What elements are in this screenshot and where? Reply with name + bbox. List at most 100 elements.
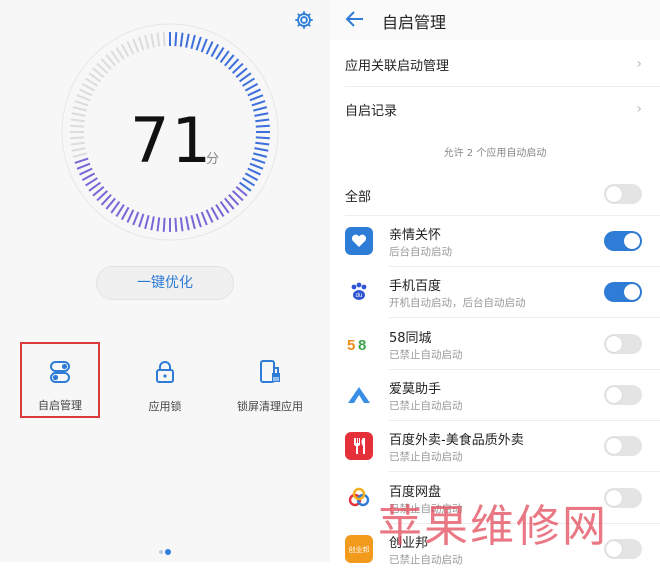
one-click-optimize-button[interactable]: 一键优化 <box>96 266 234 300</box>
app-row[interactable]: 创业邦 创业邦 已禁止自动启动 <box>330 524 660 575</box>
svg-text:du: du <box>356 293 363 299</box>
gauge-tick-filled <box>244 82 259 92</box>
gauge-tick <box>71 112 86 117</box>
app-status: 已禁止自动启动 <box>389 502 463 515</box>
autostart-toggle[interactable] <box>604 384 642 405</box>
gauge-tick-filled <box>195 213 202 228</box>
gauge-tick-filled <box>74 157 89 164</box>
autostart-toggle[interactable] <box>604 231 642 251</box>
gauge-tick-filled <box>242 77 255 87</box>
app-name: 百度网盘 <box>389 484 442 500</box>
gauge-tick-filled <box>200 211 208 226</box>
gauge-tick <box>76 94 91 102</box>
tool-lockscreen-cleanup[interactable]: 锁屏清理应用 <box>225 342 315 414</box>
phone-clean-icon <box>260 360 280 383</box>
toggle-knob <box>606 540 622 557</box>
gauge-tick <box>70 136 85 140</box>
gauge-tick-filled <box>150 216 155 231</box>
back-arrow-icon[interactable] <box>344 8 366 30</box>
tool-label: 应用锁 <box>148 400 182 413</box>
app-name: 创业邦 <box>389 535 429 551</box>
gauge-tick <box>115 47 125 60</box>
tool-label: 自启管理 <box>38 399 82 412</box>
gauge-tick <box>110 50 121 64</box>
app-status: 开机自动启动，后台自动启动 <box>389 297 526 310</box>
app-row[interactable]: du 手机百度开机自动启动，后台自动启动 <box>330 267 660 319</box>
gauge-tick-filled <box>179 217 184 232</box>
gear-icon[interactable] <box>293 9 315 31</box>
gauge-tick-filled <box>79 167 93 176</box>
gauge-tick-filled <box>88 181 102 192</box>
startup-manager-panel: 自启管理 应用关联启动管理 › 自启记录 › 允许 2 个应用自动启动 全部 亲… <box>330 0 660 566</box>
toggle-switch-icon <box>50 361 70 383</box>
gauge-tick <box>120 43 130 58</box>
app-row[interactable]: 亲情关怀 后台自动启动 <box>330 216 660 267</box>
phone-manager-panel: 71 分 一键优化 自启管理 应用锁 锁屏清理应用 <box>0 0 330 562</box>
page-dot <box>159 550 163 554</box>
app-row[interactable]: 百度网盘已禁止自动启动 <box>330 473 660 524</box>
tool-app-lock[interactable]: 应用锁 <box>120 342 210 414</box>
all-toggle[interactable] <box>604 184 642 204</box>
gauge-tick <box>156 32 161 47</box>
chevron-right-icon: › <box>636 56 642 72</box>
page-title: 自启管理 <box>382 13 447 32</box>
menu-autostart-records[interactable]: 自启记录 › <box>330 87 660 131</box>
gauge-tick-filled <box>251 157 266 164</box>
toggle-knob <box>624 233 640 249</box>
app-name: 58同城 <box>389 330 432 346</box>
gauge-tick-filled <box>238 181 252 192</box>
gauge-tick <box>88 72 102 83</box>
top-bar: 自启管理 <box>330 0 660 40</box>
chuangyebang-icon: 创业邦 <box>345 534 373 563</box>
gauge-tick-filled <box>219 200 230 214</box>
gauge-tick-filled <box>138 213 145 228</box>
gauge-tick-filled <box>215 47 225 60</box>
svg-text:创业邦: 创业邦 <box>349 545 370 554</box>
gauge-tick-filled <box>255 124 270 128</box>
app-row[interactable]: 5 8 58同城 已禁止自动启动 <box>330 319 660 370</box>
gauge-tick-filled <box>110 200 121 214</box>
autostart-toggle[interactable] <box>604 487 642 508</box>
autostart-toggle[interactable] <box>604 333 642 354</box>
app-name: 爱莫助手 <box>389 381 442 397</box>
gauge-tick-filled <box>76 162 91 170</box>
gauge-tick-filled <box>126 209 135 223</box>
gauge-tick-filled <box>249 162 264 170</box>
gauge-tick-filled <box>210 43 220 58</box>
gauge-tick <box>138 36 145 51</box>
gauge-tick-filled <box>120 206 130 221</box>
gauge-tick-filled <box>253 152 268 158</box>
gauge-tick <box>150 33 155 48</box>
toggle-knob <box>606 438 622 455</box>
baidu-paw-icon: du <box>345 278 373 307</box>
menu-label: 应用关联启动管理 <box>345 59 450 74</box>
gauge-tick <box>81 82 96 92</box>
app-row[interactable]: 爱莫助手 已禁止自动启动 <box>330 370 660 421</box>
app-name: 手机百度 <box>389 279 442 295</box>
gauge-tick-filled <box>219 50 230 64</box>
baidu-cloud-icon <box>345 483 373 512</box>
menu-associated-launch[interactable]: 应用关联启动管理 › <box>330 42 660 86</box>
gauge-tick-filled <box>251 100 266 107</box>
fork-knife-icon <box>345 432 373 461</box>
app-row[interactable]: 百度外卖-美食品质外卖 已禁止自动启动 <box>330 421 660 473</box>
gauge-tick-filled <box>255 141 270 146</box>
gauge-tick <box>132 38 140 53</box>
aimo-icon <box>345 380 373 409</box>
gauge-tick <box>74 100 89 107</box>
app-status: 已禁止自动启动 <box>389 451 463 464</box>
svg-text:5: 5 <box>347 337 355 354</box>
gauge-tick <box>72 106 87 112</box>
page-indicator <box>158 539 172 558</box>
gauge-tick-filled <box>144 215 150 230</box>
tool-startup-manager[interactable]: 自启管理 <box>20 342 100 418</box>
autostart-toggle[interactable] <box>604 282 642 303</box>
autostart-toggle[interactable] <box>604 436 642 457</box>
gauge-tick <box>72 152 87 158</box>
autostart-toggle[interactable] <box>604 538 642 559</box>
svg-text:8: 8 <box>358 337 366 354</box>
gauge-tick-filled <box>255 118 270 123</box>
gauge-tick-filled <box>156 217 161 232</box>
gauge-tick-filled <box>185 216 190 231</box>
toggle-knob <box>606 386 622 403</box>
